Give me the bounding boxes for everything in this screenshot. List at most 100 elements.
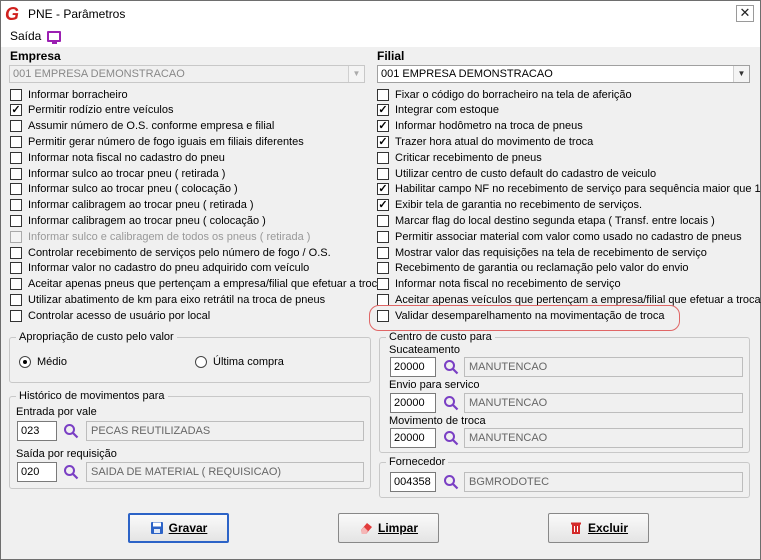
checkbox[interactable] [10, 293, 22, 306]
right-checkbox-row[interactable]: Recebimento de garantia ou reclamação pe… [377, 261, 689, 276]
search-icon[interactable] [443, 359, 459, 375]
limpar-button[interactable]: Limpar [338, 513, 439, 543]
search-icon[interactable] [63, 464, 79, 480]
checkbox[interactable] [377, 88, 389, 101]
limpar-label: Limpar [377, 521, 418, 535]
checkbox-label: Aceitar apenas pneus que pertençam a emp… [28, 278, 384, 291]
left-checkbox-row[interactable]: Aceitar apenas pneus que pertençam a emp… [10, 277, 383, 292]
checkbox[interactable] [377, 151, 389, 164]
highlight-annotation [369, 305, 680, 331]
left-checkbox-row[interactable]: Assumir número de O.S. conforme empresa … [10, 119, 274, 134]
right-checkbox-row[interactable]: ✓ Informar hodômetro na troca de pneus [377, 119, 583, 134]
left-checkbox-row[interactable]: Permitir gerar número de fogo iguais em … [10, 134, 304, 149]
left-checkbox-row[interactable]: Informar borracheiro [10, 87, 128, 102]
search-icon[interactable] [443, 474, 459, 490]
search-icon[interactable] [443, 430, 459, 446]
search-icon[interactable] [63, 423, 79, 439]
left-checkbox-row[interactable]: Informar calibragem ao trocar pneu ( ret… [10, 198, 254, 213]
checkbox-label: Informar hodômetro na troca de pneus [395, 120, 583, 133]
checkbox-label: Permitir gerar número de fogo iguais em … [28, 135, 304, 148]
checkbox[interactable] [10, 183, 22, 196]
movimento-troca-code-input[interactable]: 20000 [390, 428, 436, 448]
checkbox[interactable] [10, 214, 22, 227]
sucateamento-code-input[interactable]: 20000 [390, 357, 436, 377]
chevron-down-icon: ▼ [348, 66, 364, 82]
menu-saida[interactable]: Saída [10, 29, 41, 43]
right-checkbox-row[interactable]: Mostrar valor das requisições na tela de… [377, 245, 707, 260]
checkbox-label: Integrar com estoque [395, 104, 499, 117]
left-checkbox-row[interactable]: Informar nota fiscal no cadastro do pneu [10, 150, 225, 165]
envio-code-input[interactable]: 20000 [390, 393, 436, 413]
right-checkbox-row[interactable]: ✓ Trazer hora atual do movimento de troca [377, 134, 593, 149]
checkbox[interactable] [377, 230, 389, 243]
checkbox[interactable] [10, 309, 22, 322]
checkbox[interactable]: ✓ [10, 104, 22, 117]
monitor-icon[interactable] [47, 31, 61, 44]
entrada-label: Entrada por vale [16, 406, 97, 418]
checkbox[interactable] [10, 167, 22, 180]
checkbox[interactable] [377, 246, 389, 259]
chevron-down-icon[interactable]: ▼ [733, 66, 749, 82]
checkbox [10, 230, 22, 243]
radio-ultima-compra[interactable]: Última compra [195, 356, 284, 368]
right-checkbox-row[interactable]: Permitir associar material com valor com… [377, 229, 742, 244]
right-checkbox-row[interactable]: Utilizar centro de custo default do cada… [377, 166, 656, 181]
checkbox[interactable] [377, 262, 389, 275]
checkbox[interactable] [10, 278, 22, 291]
gravar-label: Gravar [168, 521, 208, 535]
fornecedor-desc: BGMRODOTEC [464, 472, 743, 492]
fornecedor-group: Fornecedor 004358 BGMRODOTEC [379, 456, 750, 498]
right-checkbox-row[interactable]: ✓ Habilitar campo NF no recebimento de se… [377, 182, 761, 197]
checkbox-label: Criticar recebimento de pneus [395, 151, 542, 164]
checkbox[interactable]: ✓ [377, 199, 389, 212]
checkbox[interactable]: ✓ [377, 183, 389, 196]
radio-medio[interactable]: Médio [19, 356, 67, 368]
entrada-code-input[interactable]: 023 [17, 421, 57, 441]
left-checkbox-row[interactable]: Controlar recebimento de serviços pelo n… [10, 245, 331, 260]
right-checkbox-row[interactable]: ✓ Exibir tela de garantia no recebimento … [377, 198, 642, 213]
checkbox[interactable]: ✓ [377, 120, 389, 133]
excluir-button[interactable]: Excluir [548, 513, 649, 543]
checkbox-label: Controlar acesso de usuário por local [28, 309, 211, 322]
radio-medio-dot[interactable] [19, 356, 31, 368]
empresa-combo: 001 EMPRESA DEMONSTRACAO ▼ [9, 65, 365, 83]
checkbox-label: Mostrar valor das requisições na tela de… [395, 246, 707, 259]
right-checkbox-row[interactable]: Marcar flag do local destino segunda eta… [377, 213, 715, 228]
checkbox[interactable] [10, 262, 22, 275]
checkbox[interactable] [10, 120, 22, 133]
checkbox[interactable] [10, 151, 22, 164]
search-icon[interactable] [443, 395, 459, 411]
left-checkbox-row[interactable]: ✓ Permitir rodízio entre veículos [10, 103, 174, 118]
right-checkbox-row[interactable]: Informar nota fiscal no recebimento de s… [377, 277, 621, 292]
left-checkbox-row[interactable]: Utilizar abatimento de km para eixo retr… [10, 292, 325, 307]
sucateamento-label: Sucateamento [389, 344, 460, 356]
right-checkbox-row[interactable]: ✓ Integrar com estoque [377, 103, 499, 118]
left-checkbox-row[interactable]: Controlar acesso de usuário por local [10, 308, 210, 323]
saida-code-input[interactable]: 020 [17, 462, 57, 482]
checkbox[interactable] [377, 278, 389, 291]
radio-ultima-dot[interactable] [195, 356, 207, 368]
left-checkbox-row[interactable]: Informar valor no cadastro do pneu adqui… [10, 261, 309, 276]
envio-desc: MANUTENCAO [464, 393, 743, 413]
gravar-button[interactable]: Gravar [128, 513, 229, 543]
filial-combo[interactable]: 001 EMPRESA DEMONSTRACAO ▼ [377, 65, 750, 83]
entrada-desc: PECAS REUTILIZADAS [86, 421, 364, 441]
left-checkbox-row[interactable]: Informar calibragem ao trocar pneu ( col… [10, 213, 266, 228]
left-checkbox-row[interactable]: Informar sulco ao trocar pneu ( retirada… [10, 166, 225, 181]
checkbox[interactable] [377, 214, 389, 227]
radio-medio-label: Médio [37, 356, 67, 368]
checkbox[interactable]: ✓ [377, 135, 389, 148]
checkbox[interactable] [10, 135, 22, 148]
checkbox[interactable] [10, 88, 22, 101]
fornecedor-code-input[interactable]: 004358 [390, 472, 436, 492]
right-checkbox-row[interactable]: Fixar o código do borracheiro na tela de… [377, 87, 632, 102]
checkbox[interactable] [377, 167, 389, 180]
close-button[interactable]: ✕ [736, 5, 754, 22]
left-checkbox-row[interactable]: Informar sulco ao trocar pneu ( colocaçã… [10, 182, 238, 197]
apropriacao-label: Apropriação de custo pelo valor [16, 331, 177, 343]
checkbox[interactable] [10, 199, 22, 212]
checkbox[interactable] [10, 246, 22, 259]
checkbox-label: Marcar flag do local destino segunda eta… [395, 214, 715, 227]
checkbox[interactable]: ✓ [377, 104, 389, 117]
right-checkbox-row[interactable]: Criticar recebimento de pneus [377, 150, 542, 165]
